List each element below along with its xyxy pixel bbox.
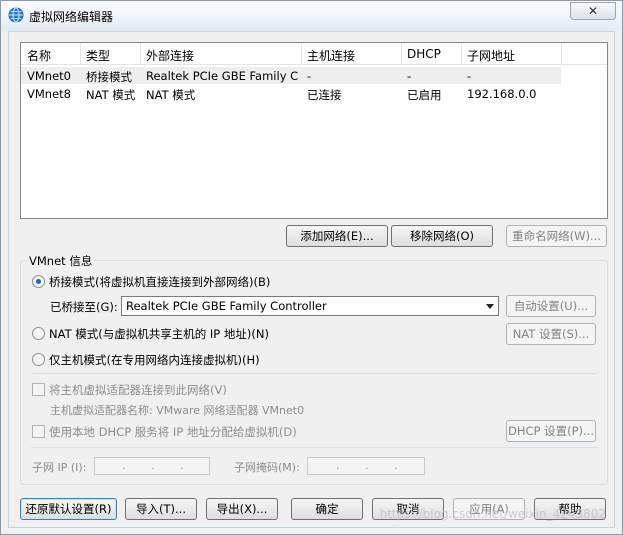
ip-dot: . (394, 459, 398, 472)
import-button[interactable]: 导入(T)... (125, 498, 197, 520)
column-separator (140, 43, 141, 65)
chevron-down-icon (486, 304, 494, 309)
column-header-subnet[interactable]: 子网地址 (467, 47, 515, 64)
column-header-type[interactable]: 类型 (86, 47, 110, 64)
dhcp-label[interactable]: 使用本地 DHCP 服务将 IP 地址分配给虚拟机(D) (49, 424, 297, 440)
host-only-label[interactable]: 仅主机模式(在专用网络内连接虚拟机)(H) (49, 352, 260, 368)
cell-type: NAT 模式 (86, 88, 136, 102)
cell-dhcp: - (407, 69, 412, 83)
remove-network-button[interactable]: 移除网络(O) (391, 225, 493, 247)
ip-dot: . (336, 459, 340, 472)
ip-dot: . (122, 459, 126, 472)
vmnet-info-label: VMnet 信息 (27, 253, 95, 269)
close-icon: ✕ (587, 4, 599, 18)
host-only-radio[interactable] (32, 353, 45, 366)
column-separator (301, 43, 302, 65)
bridged-adapter-select[interactable]: Realtek PCIe GBE Family Controller (121, 296, 499, 316)
subnet-mask-field[interactable]: . . . (307, 457, 425, 475)
ip-dot: . (151, 459, 155, 472)
adapter-name-label: 主机虚拟适配器名称: VMware 网络适配器 VMnet0 (50, 404, 305, 417)
cell-subnet: 192.168.0.0 (467, 87, 537, 101)
table-header: 名称 类型 外部连接 主机连接 DHCP 子网地址 (21, 43, 607, 65)
column-separator (401, 43, 402, 65)
ip-dot: . (180, 459, 184, 472)
watermark-text: https://blog.csdn.net/weixin_4243802 (379, 507, 606, 521)
cell-host: 已连接 (307, 88, 342, 102)
export-button[interactable]: 导出(X)... (206, 498, 278, 520)
window-title: 虚拟网络编辑器 (29, 10, 114, 24)
table-row[interactable]: VMnet8 NAT 模式 NAT 模式 已连接 已启用 192.168.0.0 (21, 85, 607, 102)
bridged-adapter-value: Realtek PCIe GBE Family Controller (126, 299, 327, 313)
cell-name: VMnet8 (27, 87, 71, 101)
column-separator (461, 43, 462, 65)
dialog-body: 名称 类型 外部连接 主机连接 DHCP 子网地址 VMnet0 桥接模式 Re… (8, 31, 615, 528)
cell-type: 桥接模式 (86, 70, 132, 84)
network-table[interactable]: 名称 类型 外部连接 主机连接 DHCP 子网地址 VMnet0 桥接模式 Re… (20, 42, 608, 219)
subnet-ip-label: 子网 IP (I): (32, 461, 87, 474)
ip-dot: . (365, 459, 369, 472)
bridged-to-label: 已桥接至(G): (50, 300, 118, 314)
auto-settings-button[interactable]: 自动设置(U)... (506, 295, 596, 317)
ok-button[interactable]: 确定 (291, 498, 363, 520)
column-header-external[interactable]: 外部连接 (146, 47, 194, 64)
table-row[interactable]: VMnet0 桥接模式 Realtek PCIe GBE Family Co..… (21, 67, 561, 84)
column-separator (80, 43, 81, 65)
cell-external: Realtek PCIe GBE Family Co... (146, 69, 298, 83)
cell-external: NAT 模式 (146, 88, 196, 102)
close-button[interactable]: ✕ (570, 2, 616, 20)
group-divider (31, 373, 597, 374)
column-header-name[interactable]: 名称 (27, 47, 51, 64)
group-divider (31, 447, 597, 448)
connect-adapter-label[interactable]: 将主机虚拟适配器连接到此网络(V) (49, 382, 227, 398)
network-globe-icon (8, 7, 24, 23)
nat-mode-label[interactable]: NAT 模式(与虚拟机共享主机的 IP 地址)(N) (49, 326, 269, 342)
nat-mode-radio[interactable] (32, 327, 45, 340)
column-header-host[interactable]: 主机连接 (307, 47, 355, 64)
column-header-dhcp[interactable]: DHCP (407, 47, 441, 61)
subnet-ip-field[interactable]: . . . (94, 457, 210, 475)
cell-subnet: - (467, 69, 472, 83)
cell-name: VMnet0 (27, 69, 71, 83)
dhcp-checkbox[interactable] (32, 425, 45, 438)
dhcp-settings-button[interactable]: DHCP 设置(P)... (506, 420, 596, 442)
rename-network-button[interactable]: 重命名网络(W)... (506, 225, 607, 247)
column-separator (561, 43, 562, 65)
title-bar[interactable]: 虚拟网络编辑器 ✕ (1, 1, 622, 31)
connect-adapter-checkbox[interactable] (32, 383, 45, 396)
restore-defaults-button[interactable]: 还原默认设置(R) (20, 498, 117, 520)
subnet-mask-label: 子网掩码(M): (234, 461, 300, 474)
cell-dhcp: 已启用 (407, 88, 442, 102)
vmnet-info-group: VMnet 信息 桥接模式(将虚拟机直接连接到外部网络)(B) 已桥接至(G):… (20, 253, 608, 485)
cell-host: - (307, 69, 312, 83)
virtual-network-editor-window: 虚拟网络编辑器 ✕ 名称 类型 外部连接 主机连接 DHCP 子网地址 VMne… (0, 0, 623, 535)
bridged-mode-label[interactable]: 桥接模式(将虚拟机直接连接到外部网络)(B) (49, 274, 270, 290)
add-network-button[interactable]: 添加网络(E)... (286, 225, 388, 247)
nat-settings-button[interactable]: NAT 设置(S)... (506, 323, 596, 345)
bridged-mode-radio[interactable] (32, 275, 45, 288)
